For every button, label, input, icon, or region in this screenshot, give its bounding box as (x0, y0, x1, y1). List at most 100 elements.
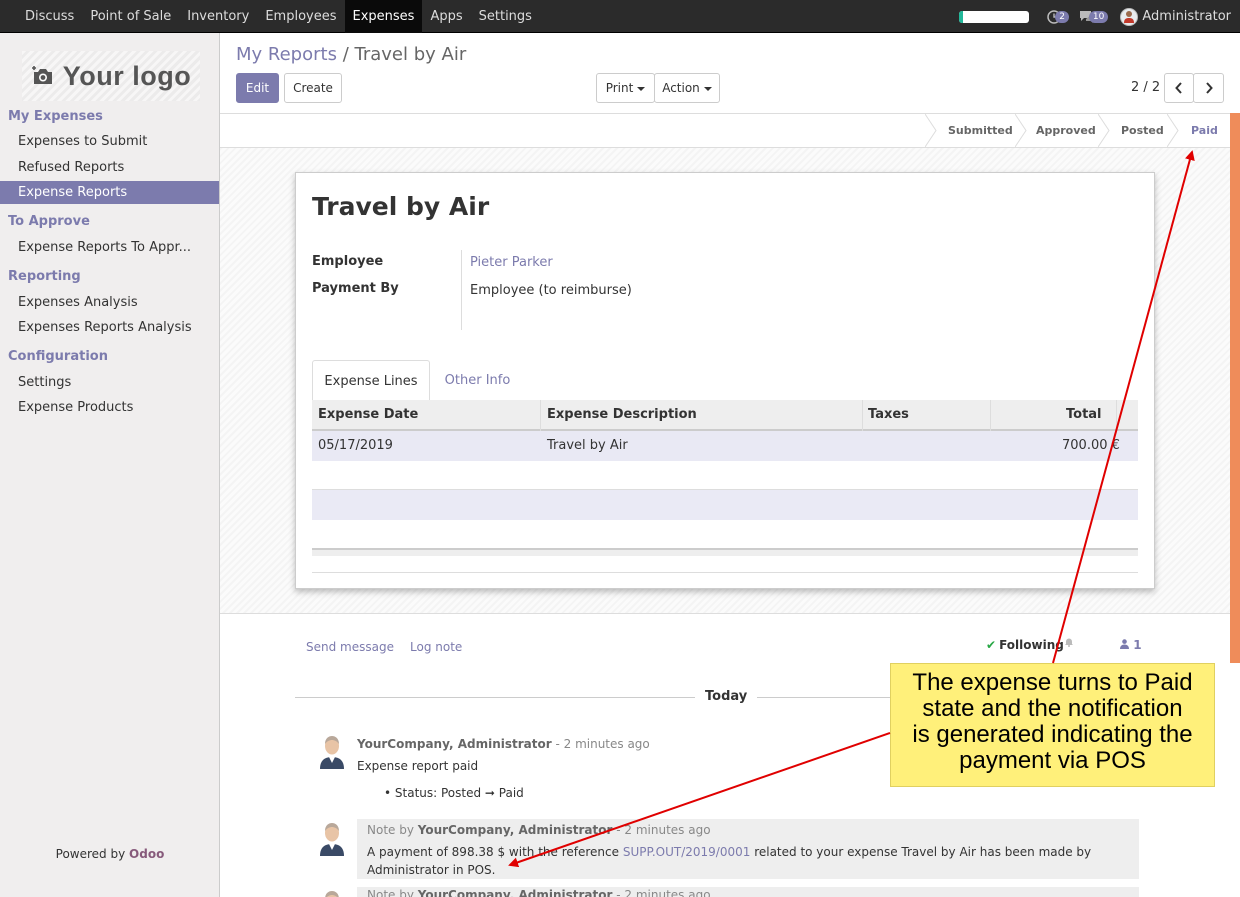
tracking-value: • Status: Posted ➞ Paid (384, 786, 524, 800)
col-taxes[interactable]: Taxes (868, 400, 909, 429)
stage-separator (1167, 114, 1179, 147)
date-separator: Today (695, 689, 758, 704)
message-author: Note by YourCompany, Administrator - 2 m… (367, 888, 711, 897)
author-avatar[interactable] (316, 820, 348, 856)
annotation-callout: The expense turns to Paid state and the … (890, 663, 1215, 787)
table-header: Expense Date Expense Description Taxes T… (312, 400, 1138, 431)
person-avatar-icon (316, 820, 348, 856)
message-body-part: A payment of 898.38 $ with the reference (367, 845, 623, 859)
sidebar: Your logo My Expenses Expenses to Submit… (0, 33, 220, 897)
cell-expense-description: Travel by Air (547, 438, 628, 453)
activities-button[interactable]: 2 (1047, 9, 1069, 24)
message-author: YourCompany, Administrator - 2 minutes a… (357, 737, 650, 751)
caret-down-icon (637, 86, 646, 91)
stage-separator (1098, 114, 1110, 147)
message-body-line: Administrator in POS. (367, 863, 496, 877)
message-body: A payment of 898.38 $ with the reference… (367, 845, 1091, 859)
sheet-divider (312, 572, 1138, 573)
payment-reference-link[interactable]: SUPP.OUT/2019/0001 (623, 845, 751, 859)
sidebar-item-refused-reports[interactable]: Refused Reports (0, 156, 219, 179)
menu-discuss[interactable]: Discuss (17, 0, 82, 33)
sidebar-item-expenses-analysis[interactable]: Expenses Analysis (0, 291, 219, 314)
print-label: Print (605, 81, 634, 95)
employee-label: Employee (312, 254, 384, 269)
author-avatar[interactable] (316, 888, 348, 897)
tab-expense-lines[interactable]: Expense Lines (312, 360, 430, 401)
author-name[interactable]: YourCompany, Administrator (357, 737, 552, 751)
author-name[interactable]: YourCompany, Administrator (418, 888, 613, 897)
message-author: Note by YourCompany, Administrator - 2 m… (367, 823, 711, 837)
col-expense-date[interactable]: Expense Date (318, 400, 418, 429)
message-body-part: related to your expense Travel by Air ha… (750, 845, 1092, 859)
stage-approved[interactable]: Approved (1036, 114, 1096, 147)
payment-by-label: Payment By (312, 281, 399, 296)
note-prefix: Note by (367, 888, 418, 897)
following-button[interactable]: ✔ Following (986, 638, 1064, 652)
sidebar-item-expenses-reports-analysis[interactable]: Expenses Reports Analysis (0, 316, 219, 339)
callout-line: The expense turns to Paid (912, 669, 1193, 696)
breadcrumb-separator: / (342, 44, 349, 65)
menu-employees[interactable]: Employees (257, 0, 344, 33)
pager-next-button[interactable] (1193, 73, 1224, 103)
send-message-button[interactable]: Send message (306, 640, 394, 654)
caret-down-icon (703, 86, 712, 91)
menu-inventory[interactable]: Inventory (179, 0, 257, 33)
stage-paid[interactable]: Paid (1191, 114, 1218, 147)
author-avatar[interactable] (316, 733, 348, 769)
section-configuration[interactable]: Configuration (8, 349, 108, 364)
breadcrumb-current: Travel by Air (354, 44, 467, 65)
pager-previous-button[interactable] (1164, 73, 1194, 103)
report-title: Travel by Air (312, 192, 490, 221)
check-icon: ✔ (986, 638, 997, 652)
stage-submitted[interactable]: Submitted (948, 114, 1013, 147)
stage-separator (1015, 114, 1027, 147)
followers-button[interactable]: 1 (1120, 638, 1142, 652)
bell-icon[interactable] (1064, 637, 1074, 647)
message-time: - 2 minutes ago (551, 737, 650, 751)
menu-settings[interactable]: Settings (471, 0, 540, 33)
messages-badge: 10 (1088, 10, 1109, 23)
sidebar-item-reports-to-approve[interactable]: Expense Reports To Appr... (0, 236, 219, 259)
menu-apps[interactable]: Apps (422, 0, 470, 33)
edit-button[interactable]: Edit (236, 73, 279, 103)
activities-badge: 2 (1055, 10, 1069, 23)
col-expense-description[interactable]: Expense Description (547, 400, 697, 429)
user-avatar[interactable] (1120, 7, 1139, 26)
section-my-expenses[interactable]: My Expenses (8, 109, 103, 124)
sidebar-item-expenses-to-submit[interactable]: Expenses to Submit (0, 130, 219, 153)
create-button[interactable]: Create (284, 73, 342, 103)
table-row[interactable]: 05/17/2019 Travel by Air 700.00 € (312, 431, 1138, 461)
section-to-approve[interactable]: To Approve (8, 214, 90, 229)
employee-value[interactable]: Pieter Parker (470, 255, 553, 270)
note-message: Note by YourCompany, Administrator - 2 m… (357, 887, 1139, 897)
menu-point-of-sale[interactable]: Point of Sale (82, 0, 179, 33)
stage-posted[interactable]: Posted (1121, 114, 1164, 147)
callout-line: state and the notification (922, 695, 1183, 722)
callout-line: payment via POS (959, 747, 1146, 774)
person-avatar-icon (316, 888, 348, 897)
breadcrumb-my-reports[interactable]: My Reports (236, 44, 337, 65)
logo-text: Your logo (62, 60, 192, 91)
log-note-button[interactable]: Log note (410, 640, 462, 654)
menu-expenses[interactable]: Expenses (344, 0, 423, 33)
sidebar-item-expense-products[interactable]: Expense Products (0, 396, 219, 419)
action-dropdown[interactable]: Action (654, 73, 720, 103)
sidebar-item-expense-reports[interactable]: Expense Reports (0, 181, 219, 204)
odoo-link[interactable]: Odoo (129, 847, 164, 861)
action-label: Action (662, 81, 700, 95)
tab-other-info[interactable]: Other Info (440, 360, 515, 401)
company-logo: Your logo (22, 51, 200, 101)
user-name[interactable]: Administrator (1142, 9, 1231, 24)
messages-button[interactable]: 10 (1079, 10, 1109, 23)
pager-value[interactable]: 2 / 2 (1131, 80, 1160, 95)
print-dropdown[interactable]: Print (596, 73, 655, 103)
breadcrumb: My Reports / Travel by Air (236, 44, 466, 65)
author-name[interactable]: YourCompany, Administrator (418, 823, 613, 837)
section-reporting[interactable]: Reporting (8, 269, 81, 284)
col-total[interactable]: Total (1066, 400, 1102, 429)
table-empty-row (312, 489, 1138, 520)
sidebar-item-settings[interactable]: Settings (0, 371, 219, 394)
user-icon (1120, 639, 1129, 649)
status-bar: Submitted Approved Posted Paid (220, 113, 1230, 148)
chevron-right-icon (1205, 82, 1213, 94)
